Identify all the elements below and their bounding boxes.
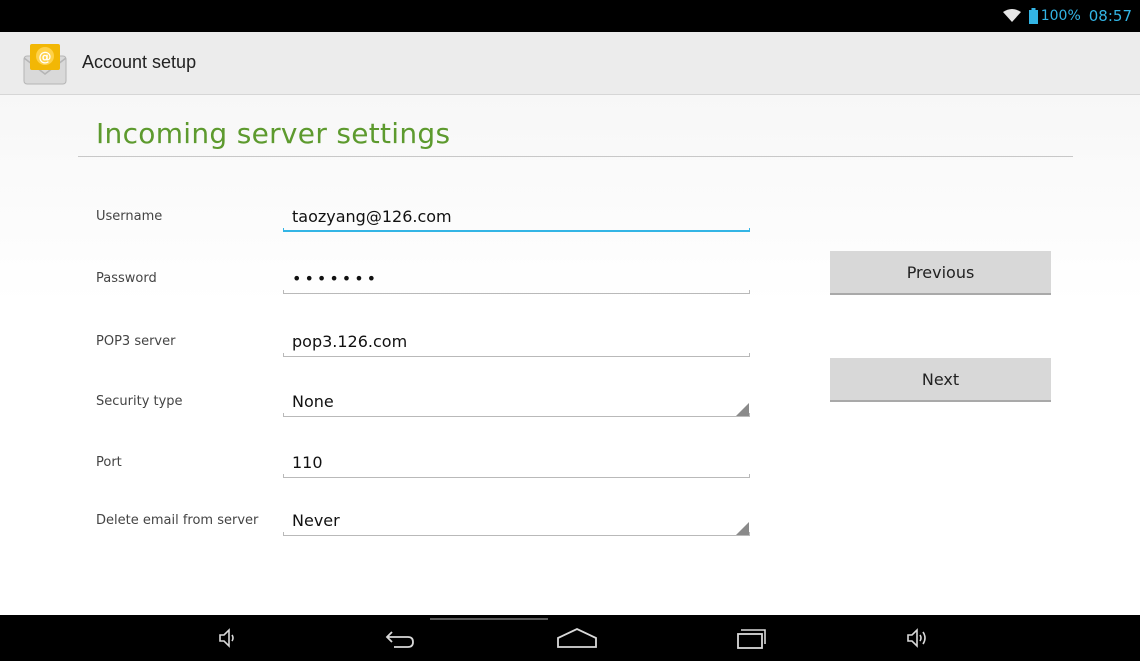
battery-indicator: 100%: [1028, 8, 1081, 24]
pop3-server-underline: [283, 353, 750, 357]
wifi-icon: [1002, 9, 1021, 22]
security-type-row: Security type None: [0, 382, 760, 422]
volume-down-icon[interactable]: [217, 626, 241, 650]
delete-email-row: Delete email from server Never: [0, 501, 760, 541]
recent-apps-icon[interactable]: [735, 626, 767, 650]
password-row: Password •••••••: [0, 259, 760, 299]
back-icon[interactable]: [384, 626, 416, 650]
svg-text:@: @: [39, 50, 52, 65]
password-underline: [283, 290, 750, 294]
battery-percent: 100%: [1040, 8, 1081, 24]
email-app-icon[interactable]: @: [22, 42, 68, 86]
port-row: Port 110: [0, 443, 760, 483]
port-underline: [283, 474, 750, 478]
previous-button[interactable]: Previous: [830, 251, 1051, 295]
next-button[interactable]: Next: [830, 358, 1051, 402]
username-underline: [283, 228, 750, 232]
username-row: Username taozyang@126.com: [0, 197, 760, 237]
page-title: Incoming server settings: [96, 117, 451, 150]
navigation-bar: [0, 615, 1140, 661]
security-type-underline: [283, 413, 750, 417]
battery-icon: [1028, 8, 1038, 24]
home-icon[interactable]: [555, 626, 599, 650]
incoming-server-settings-panel: Incoming server settings Username taozya…: [0, 95, 1140, 615]
delete-email-underline: [283, 532, 750, 536]
nav-handle: [430, 618, 548, 620]
volume-up-icon[interactable]: [905, 626, 933, 650]
pop3-server-row: POP3 server pop3.126.com: [0, 322, 760, 362]
delete-email-label: Delete email from server: [96, 513, 259, 528]
pop3-server-label: POP3 server: [96, 334, 176, 349]
password-label: Password: [96, 271, 157, 286]
action-bar: @ Account setup: [0, 32, 1140, 95]
dropdown-arrow-icon: [736, 403, 749, 416]
security-type-label: Security type: [96, 394, 183, 409]
username-label: Username: [96, 209, 163, 224]
clock: 08:57: [1088, 7, 1132, 25]
action-bar-title: Account setup: [82, 52, 197, 72]
title-divider: [78, 156, 1073, 157]
status-bar: 100% 08:57: [0, 0, 1140, 32]
dropdown-arrow-icon: [736, 522, 749, 535]
status-indicators: 100% 08:57: [1002, 0, 1132, 32]
port-label: Port: [96, 455, 122, 470]
